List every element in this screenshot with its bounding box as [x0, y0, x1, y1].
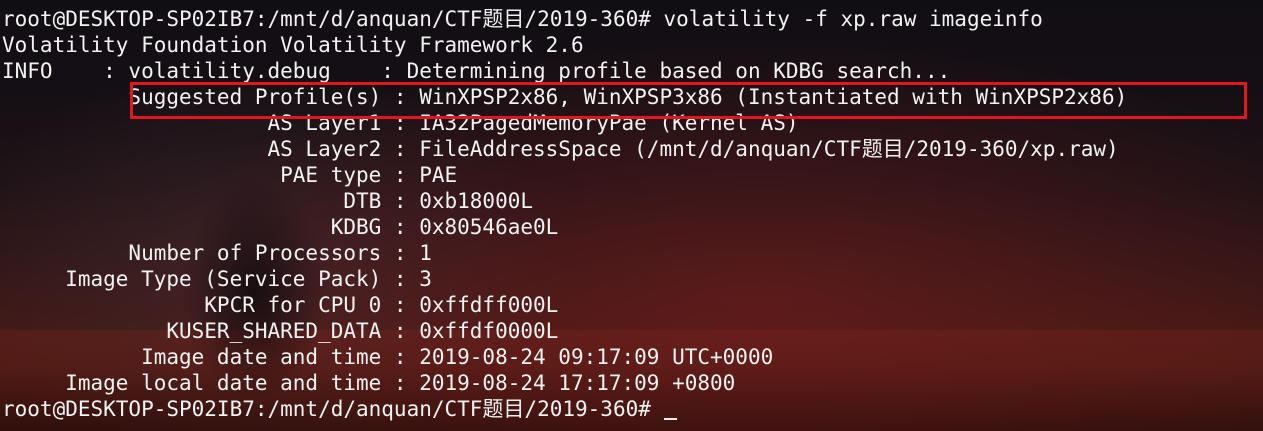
- output-image-local-date: Image local date and time : 2019-08-24 1…: [2, 371, 736, 395]
- output-pae-type: PAE type : PAE: [2, 163, 458, 187]
- output-kpcr: KPCR for CPU 0 : 0xffdff000L: [2, 293, 559, 317]
- terminal-output[interactable]: root@DESKTOP-SP02IB7:/mnt/d/anquan/CTF题目…: [2, 6, 1127, 422]
- output-image-date: Image date and time : 2019-08-24 09:17:0…: [2, 345, 774, 369]
- prompt-line[interactable]: root@DESKTOP-SP02IB7:/mnt/d/anquan/CTF题目…: [2, 396, 1127, 422]
- output-kuser-shared-data: KUSER_SHARED_DATA : 0xffdf0000L: [2, 319, 559, 343]
- output-dtb: DTB : 0xb18000L: [2, 189, 534, 213]
- text-cursor: [663, 418, 677, 420]
- output-as-layer1: AS Layer1 : IA32PagedMemoryPae (Kernel A…: [2, 111, 799, 135]
- output-kdbg: KDBG : 0x80546ae0L: [2, 215, 559, 239]
- output-image-type: Image Type (Service Pack) : 3: [2, 267, 432, 291]
- output-suggested-profile: Suggested Profile(s) : WinXPSP2x86, WinX…: [2, 85, 1128, 109]
- output-banner: Volatility Foundation Volatility Framewo…: [2, 33, 584, 57]
- output-as-layer2: AS Layer2 : FileAddressSpace (/mnt/d/anq…: [2, 137, 1119, 161]
- output-processors: Number of Processors : 1: [2, 241, 432, 265]
- command-line: root@DESKTOP-SP02IB7:/mnt/d/anquan/CTF题目…: [2, 7, 1043, 31]
- terminal-window[interactable]: root@DESKTOP-SP02IB7:/mnt/d/anquan/CTF题目…: [0, 0, 1263, 431]
- shell-prompt: root@DESKTOP-SP02IB7:/mnt/d/anquan/CTF题目…: [2, 397, 664, 421]
- scrollbar[interactable]: [1257, 0, 1263, 431]
- output-info: INFO : volatility.debug : Determining pr…: [2, 59, 951, 83]
